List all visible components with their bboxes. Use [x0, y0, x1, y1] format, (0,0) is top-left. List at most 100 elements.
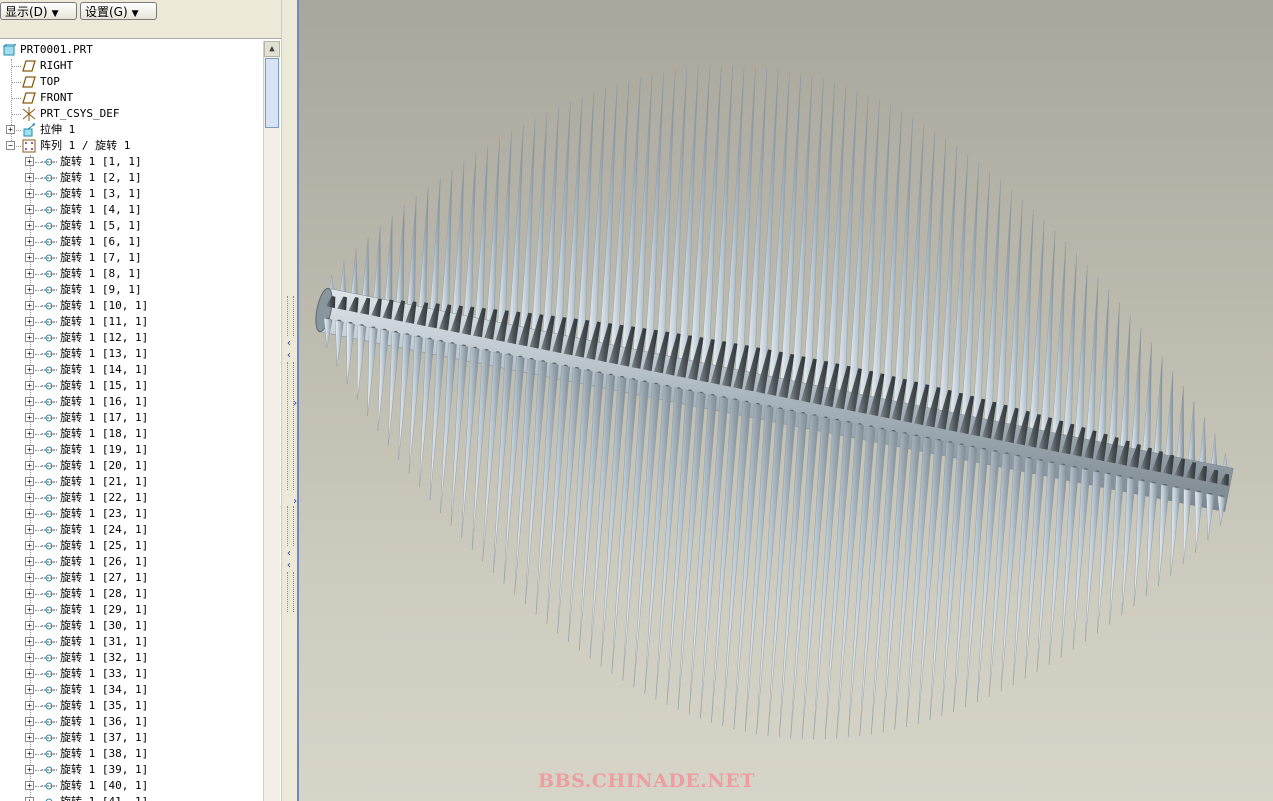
- expand-icon[interactable]: +: [25, 317, 34, 326]
- splitter-grip[interactable]: [287, 362, 294, 490]
- tree-item-pattern-member[interactable]: + 旋转 1 [4, 1]: [0, 202, 263, 218]
- tree-item-pattern-member[interactable]: + 旋转 1 [28, 1]: [0, 586, 263, 602]
- expand-icon[interactable]: +: [25, 557, 34, 566]
- tree-item-pattern-member[interactable]: + 旋转 1 [16, 1]: [0, 394, 263, 410]
- expand-icon[interactable]: +: [25, 301, 34, 310]
- collapse-left-arrow-icon[interactable]: ‹: [286, 560, 292, 571]
- tree-item-pattern-member[interactable]: + 旋转 1 [21, 1]: [0, 474, 263, 490]
- tree-item-pattern-member[interactable]: + 旋转 1 [11, 1]: [0, 314, 263, 330]
- tree-item-pattern-member[interactable]: + 旋转 1 [38, 1]: [0, 746, 263, 762]
- tree-item-pattern-member[interactable]: + 旋转 1 [35, 1]: [0, 698, 263, 714]
- tree-item-pattern-member[interactable]: + 旋转 1 [31, 1]: [0, 634, 263, 650]
- expand-icon[interactable]: +: [25, 589, 34, 598]
- collapse-left-arrow-icon[interactable]: ‹: [286, 350, 292, 361]
- expand-icon[interactable]: +: [25, 189, 34, 198]
- tree-scrollbar[interactable]: ▲: [263, 41, 280, 801]
- expand-icon[interactable]: +: [25, 349, 34, 358]
- tree-item-pattern-member[interactable]: + 旋转 1 [23, 1]: [0, 506, 263, 522]
- expand-icon[interactable]: +: [25, 445, 34, 454]
- tree-item-pattern-member[interactable]: + 旋转 1 [7, 1]: [0, 250, 263, 266]
- tree-item-pattern-member[interactable]: + 旋转 1 [32, 1]: [0, 650, 263, 666]
- spiked-cylinder-model[interactable]: [299, 0, 1273, 801]
- expand-icon[interactable]: +: [25, 221, 34, 230]
- tree-item-pattern-member[interactable]: + 旋转 1 [27, 1]: [0, 570, 263, 586]
- tree-item-pattern-member[interactable]: + 旋转 1 [37, 1]: [0, 730, 263, 746]
- tree-item-root[interactable]: PRT0001.PRT: [0, 42, 263, 58]
- tree-item-pattern-member[interactable]: + 旋转 1 [22, 1]: [0, 490, 263, 506]
- tree-item-pattern-member[interactable]: + 旋转 1 [15, 1]: [0, 378, 263, 394]
- tree-item-pattern-member[interactable]: + 旋转 1 [34, 1]: [0, 682, 263, 698]
- collapse-icon[interactable]: −: [6, 141, 15, 150]
- expand-icon[interactable]: +: [25, 701, 34, 710]
- tree-item-top[interactable]: TOP: [0, 74, 263, 90]
- expand-icon[interactable]: +: [25, 381, 34, 390]
- expand-icon[interactable]: +: [25, 717, 34, 726]
- expand-icon[interactable]: +: [25, 749, 34, 758]
- tree-item-pattern-member[interactable]: + 旋转 1 [3, 1]: [0, 186, 263, 202]
- tree-item-pattern-member[interactable]: + 旋转 1 [40, 1]: [0, 778, 263, 794]
- show-menu-button[interactable]: 显示(D) ▼: [0, 2, 77, 20]
- tree-item-pattern-member[interactable]: + 旋转 1 [24, 1]: [0, 522, 263, 538]
- tree-item-pattern-member[interactable]: + 旋转 1 [33, 1]: [0, 666, 263, 682]
- tree-item-pattern-member[interactable]: + 旋转 1 [2, 1]: [0, 170, 263, 186]
- tree-item-pattern-member[interactable]: + 旋转 1 [1, 1]: [0, 154, 263, 170]
- tree-item-pattern-member[interactable]: + 旋转 1 [25, 1]: [0, 538, 263, 554]
- expand-icon[interactable]: +: [25, 509, 34, 518]
- expand-icon[interactable]: +: [25, 413, 34, 422]
- tree-item-pattern-member[interactable]: + 旋转 1 [36, 1]: [0, 714, 263, 730]
- expand-icon[interactable]: +: [25, 269, 34, 278]
- expand-icon[interactable]: +: [25, 365, 34, 374]
- collapse-left-arrow-icon[interactable]: ‹: [286, 338, 292, 349]
- expand-icon[interactable]: +: [25, 621, 34, 630]
- splitter-grip[interactable]: [287, 296, 294, 336]
- expand-icon[interactable]: +: [25, 205, 34, 214]
- scroll-up-arrow-icon[interactable]: ▲: [264, 41, 280, 57]
- expand-icon[interactable]: +: [25, 461, 34, 470]
- expand-icon[interactable]: +: [25, 669, 34, 678]
- tree-item-front[interactable]: FRONT: [0, 90, 263, 106]
- expand-icon[interactable]: +: [25, 733, 34, 742]
- expand-icon[interactable]: +: [25, 173, 34, 182]
- tree-item-pattern-member[interactable]: + 旋转 1 [19, 1]: [0, 442, 263, 458]
- tree-item-pattern-member[interactable]: + 旋转 1 [13, 1]: [0, 346, 263, 362]
- tree-item-pattern-member[interactable]: + 旋转 1 [20, 1]: [0, 458, 263, 474]
- expand-icon[interactable]: +: [25, 797, 34, 801]
- expand-icon[interactable]: +: [25, 781, 34, 790]
- expand-icon[interactable]: +: [25, 237, 34, 246]
- tree-item-pattern-member[interactable]: + 旋转 1 [8, 1]: [0, 266, 263, 282]
- tree-item-pattern-member[interactable]: + 旋转 1 [41, 1]: [0, 794, 263, 801]
- expand-icon[interactable]: +: [25, 653, 34, 662]
- splitter-grip[interactable]: [287, 506, 294, 546]
- tree-item-pattern[interactable]: − 阵列 1 / 旋转 1: [0, 138, 263, 154]
- expand-icon[interactable]: +: [6, 125, 15, 134]
- expand-icon[interactable]: +: [25, 765, 34, 774]
- expand-icon[interactable]: +: [25, 573, 34, 582]
- tree-item-pattern-member[interactable]: + 旋转 1 [12, 1]: [0, 330, 263, 346]
- expand-icon[interactable]: +: [25, 605, 34, 614]
- expand-icon[interactable]: +: [25, 333, 34, 342]
- expand-icon[interactable]: +: [25, 525, 34, 534]
- expand-icon[interactable]: +: [25, 285, 34, 294]
- expand-icon[interactable]: +: [25, 493, 34, 502]
- expand-icon[interactable]: +: [25, 429, 34, 438]
- collapse-left-arrow-icon[interactable]: ‹: [286, 548, 292, 559]
- tree-item-pattern-member[interactable]: + 旋转 1 [5, 1]: [0, 218, 263, 234]
- tree-item-pattern-member[interactable]: + 旋转 1 [30, 1]: [0, 618, 263, 634]
- expand-icon[interactable]: +: [25, 157, 34, 166]
- tree-item-pattern-member[interactable]: + 旋转 1 [26, 1]: [0, 554, 263, 570]
- tree-item-pattern-member[interactable]: + 旋转 1 [10, 1]: [0, 298, 263, 314]
- scroll-thumb[interactable]: [265, 58, 279, 128]
- expand-icon[interactable]: +: [25, 685, 34, 694]
- tree-item-csys[interactable]: PRT_CSYS_DEF: [0, 106, 263, 122]
- graphics-window[interactable]: BBS.CHINADE.NET: [299, 0, 1273, 801]
- expand-icon[interactable]: +: [25, 541, 34, 550]
- splitter-grip[interactable]: [287, 572, 294, 612]
- panel-splitter[interactable]: ‹ ‹ › › ‹ ‹: [281, 0, 299, 801]
- tree-item-extrude[interactable]: + 拉伸 1: [0, 122, 263, 138]
- expand-icon[interactable]: +: [25, 253, 34, 262]
- expand-icon[interactable]: +: [25, 477, 34, 486]
- tree-item-pattern-member[interactable]: + 旋转 1 [9, 1]: [0, 282, 263, 298]
- expand-icon[interactable]: +: [25, 397, 34, 406]
- expand-icon[interactable]: +: [25, 637, 34, 646]
- expand-right-arrow-icon[interactable]: ›: [292, 398, 298, 409]
